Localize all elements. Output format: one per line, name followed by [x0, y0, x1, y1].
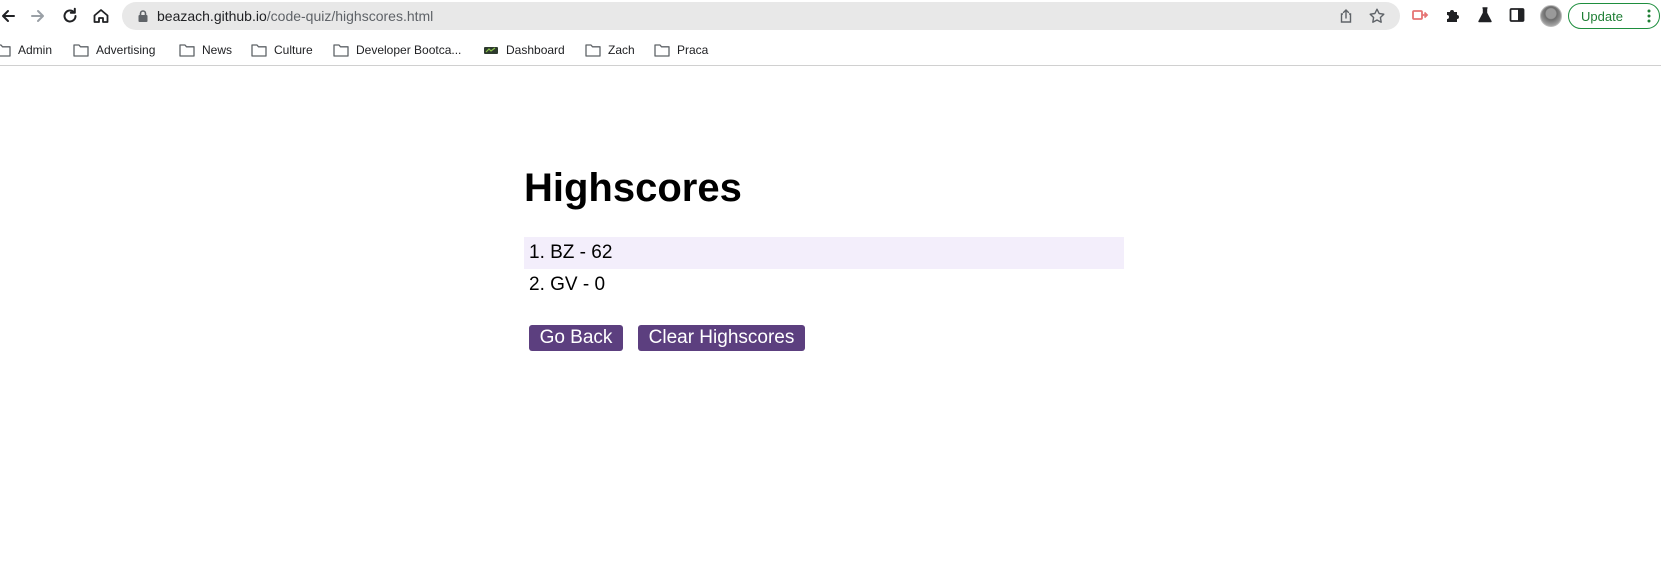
bookmark-admin[interactable]: Admin	[0, 41, 52, 59]
bookmark-star-icon[interactable]	[1368, 7, 1386, 25]
bookmark-advertising[interactable]: Advertising	[73, 41, 155, 59]
bookmark-news[interactable]: News	[179, 41, 232, 59]
bookmark-praca[interactable]: Praca	[654, 41, 708, 59]
bookmark-label: Advertising	[96, 43, 156, 57]
home-icon[interactable]	[89, 4, 113, 28]
score-row: 2. GV - 0	[529, 274, 606, 295]
lock-icon	[138, 10, 148, 22]
update-label: Update	[1581, 8, 1623, 24]
bookmark-label: Dashboard	[506, 43, 565, 57]
bookmark-developer-bootcamp[interactable]: Developer Bootca...	[333, 41, 461, 59]
page-title: Highscores	[524, 166, 742, 210]
url-path: /code-quiz/highscores.html	[266, 8, 434, 24]
extension-red-icon[interactable]	[1410, 5, 1430, 25]
bookmark-dashboard[interactable]: Dashboard	[483, 41, 565, 59]
reload-icon[interactable]	[58, 4, 82, 28]
folder-icon	[333, 44, 349, 57]
bookmark-label: Admin	[18, 43, 53, 57]
clear-highscores-button[interactable]: Clear Highscores	[638, 325, 805, 351]
folder-icon	[654, 44, 670, 57]
folder-icon	[251, 44, 267, 57]
bookmark-label: News	[202, 43, 233, 57]
dashboard-favicon-icon	[484, 47, 498, 54]
browser-toolbar: beazach.github.io/code-quiz/highscores.h…	[0, 0, 1661, 31]
score-row: 1. BZ - 62	[524, 237, 1124, 269]
share-icon[interactable]	[1338, 8, 1354, 24]
bookmark-label: Culture	[274, 43, 313, 57]
bookmark-label: Zach	[608, 43, 635, 57]
folder-icon	[73, 44, 89, 57]
url-text: beazach.github.io/code-quiz/highscores.h…	[157, 8, 433, 24]
profile-avatar[interactable]	[1540, 5, 1562, 27]
labs-flask-icon[interactable]	[1475, 5, 1495, 25]
bookmarks-bar: Admin Advertising News Culture Developer…	[0, 34, 1661, 66]
back-arrow-icon[interactable]	[0, 4, 20, 28]
bookmark-zach[interactable]: Zach	[585, 41, 635, 59]
url-host: beazach.github.io	[157, 8, 267, 24]
go-back-button[interactable]: Go Back	[529, 325, 623, 351]
bookmark-label: Developer Bootca...	[356, 43, 462, 57]
puzzle-extensions-icon[interactable]	[1443, 5, 1463, 25]
forward-arrow-icon[interactable]	[26, 4, 50, 28]
kebab-menu-icon	[1647, 9, 1651, 23]
folder-icon	[0, 44, 11, 57]
bookmark-culture[interactable]: Culture	[251, 41, 313, 59]
bookmark-label: Praca	[677, 43, 709, 57]
folder-icon	[585, 44, 601, 57]
folder-icon	[179, 44, 195, 57]
address-bar[interactable]: beazach.github.io/code-quiz/highscores.h…	[122, 2, 1400, 30]
side-panel-icon[interactable]	[1507, 5, 1527, 25]
highscores-list: 1. BZ - 62 2. GV - 0	[524, 237, 1124, 301]
update-button[interactable]: Update	[1568, 3, 1660, 29]
